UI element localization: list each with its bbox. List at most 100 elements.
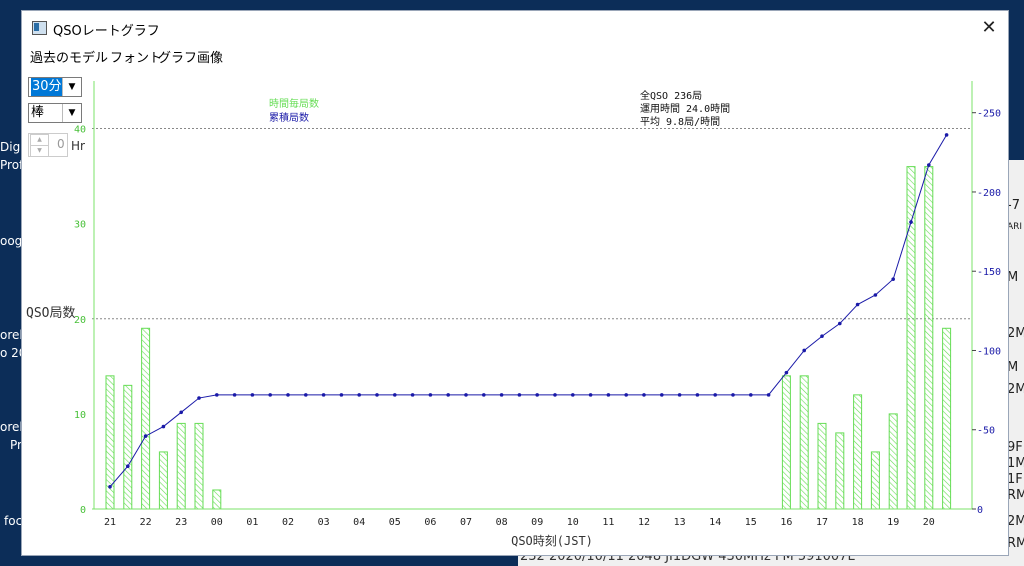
cumulative-point xyxy=(944,133,949,137)
desktop-label: Pr xyxy=(10,438,22,452)
rate-bar xyxy=(817,422,827,510)
cumulative-point xyxy=(766,393,771,397)
x-tick: 18 xyxy=(852,517,864,528)
x-tick: 04 xyxy=(353,517,365,528)
cumulative-point xyxy=(410,393,415,397)
y-tick-right: -150 xyxy=(977,267,1001,278)
cumulative-point xyxy=(161,424,166,429)
cumulative-point xyxy=(677,393,682,397)
y-tick-right: 0 xyxy=(977,505,983,516)
desktop-label: Digi xyxy=(0,140,24,154)
log-text: 2M xyxy=(1007,382,1024,397)
rate-bar xyxy=(141,327,151,510)
cumulative-point xyxy=(588,393,593,397)
rate-bar xyxy=(123,384,133,510)
cumulative-point xyxy=(446,393,451,397)
cumulative-point xyxy=(909,220,913,224)
x-tick: 08 xyxy=(496,517,508,528)
cumulative-point xyxy=(820,334,824,339)
x-tick: 15 xyxy=(745,517,757,528)
x-tick: 14 xyxy=(709,517,721,528)
cumulative-point xyxy=(286,393,290,397)
rate-bar xyxy=(888,413,898,510)
cumulative-point xyxy=(464,393,468,397)
rate-bar xyxy=(212,489,222,510)
x-tick: 05 xyxy=(389,517,401,528)
qso-rate-graph-window: QSOレートグラフ ✕ 過去のモデル フォント グラフ画像 30分 ▼ 棒 ▼ … xyxy=(22,11,1008,555)
desktop-label: orel xyxy=(0,328,23,342)
cumulative-point xyxy=(482,393,486,397)
legend-cumulative: 累積局数 xyxy=(269,111,309,124)
desktop-label: oog xyxy=(0,234,23,248)
cumulative-point xyxy=(339,393,344,397)
cumulative-point xyxy=(375,393,379,397)
rate-bar xyxy=(924,166,934,510)
desktop-label: foc xyxy=(4,514,23,528)
rate-bar xyxy=(870,451,880,510)
cumulative-point xyxy=(126,464,130,469)
cumulative-point xyxy=(891,277,895,281)
rate-bar xyxy=(781,375,791,510)
cumulative-point xyxy=(517,393,522,397)
cumulative-point xyxy=(197,396,201,400)
cumulative-point xyxy=(179,410,183,415)
cumulative-point xyxy=(606,393,611,397)
summary-line: 全QSO 236局 xyxy=(640,89,702,102)
y-tick-left: 40 xyxy=(74,125,86,136)
log-text: RM xyxy=(1007,488,1024,503)
y-tick-left: 10 xyxy=(74,410,86,421)
x-tick: 00 xyxy=(211,517,223,528)
cumulative-point xyxy=(927,163,931,167)
cumulative-point xyxy=(321,393,326,397)
cumulative-point xyxy=(731,393,735,397)
x-tick: 06 xyxy=(424,517,436,528)
desktop-label: orel xyxy=(0,420,23,434)
x-tick: 11 xyxy=(602,517,614,528)
log-text: 1M xyxy=(1007,456,1024,471)
cumulative-point xyxy=(784,370,789,375)
x-tick: 21 xyxy=(104,517,116,528)
log-row-text: 232 2020/10/11 2048 JI1DGW 430MHz FM 591… xyxy=(520,554,855,564)
cumulative-point xyxy=(553,393,557,397)
x-tick: 17 xyxy=(816,517,828,528)
cumulative-point xyxy=(873,293,878,297)
y-tick-right: -100 xyxy=(977,346,1001,357)
log-text: 2M xyxy=(1007,514,1024,529)
cumulative-point xyxy=(802,348,806,353)
rate-bar xyxy=(194,422,204,510)
qso-rate-chart: 0 10 20 30 40 0 -50 -100 -150 -200 -250 21 22 23 00 01 0… xyxy=(26,81,1001,548)
cumulative-point xyxy=(499,393,504,397)
x-tick: 16 xyxy=(780,517,792,528)
log-text: ARI xyxy=(1007,222,1023,232)
cumulative-point xyxy=(855,302,860,307)
y-tick-left: 20 xyxy=(74,315,86,326)
cumulative-point xyxy=(660,393,664,397)
log-text: M xyxy=(1007,270,1019,285)
cumulative-point xyxy=(571,393,575,397)
rate-bar xyxy=(105,375,115,510)
rate-bar xyxy=(906,166,916,510)
cumulative-point xyxy=(624,393,628,397)
x-tick: 19 xyxy=(887,517,899,528)
rate-bar xyxy=(835,432,845,510)
y-tick-right: -50 xyxy=(977,426,995,437)
x-tick: 02 xyxy=(282,517,294,528)
cumulative-point xyxy=(838,321,842,326)
cumulative-point xyxy=(215,393,219,397)
cumulative-point xyxy=(268,393,272,397)
rate-bar xyxy=(853,394,863,510)
log-text: 2M xyxy=(1007,326,1024,341)
cumulative-point xyxy=(749,393,753,397)
cumulative-point xyxy=(695,393,700,397)
legend-rate: 時間毎局数 xyxy=(269,97,319,110)
rate-bar xyxy=(176,422,186,510)
x-tick: 10 xyxy=(567,517,579,528)
cumulative-point xyxy=(428,393,433,397)
rate-bar xyxy=(799,375,809,510)
cumulative-point xyxy=(232,393,237,397)
cumulative-point xyxy=(713,393,717,397)
y-tick-right: -200 xyxy=(977,188,1001,199)
x-tick: 09 xyxy=(531,517,543,528)
cumulative-point xyxy=(108,485,112,489)
log-text: RM xyxy=(1007,536,1024,551)
